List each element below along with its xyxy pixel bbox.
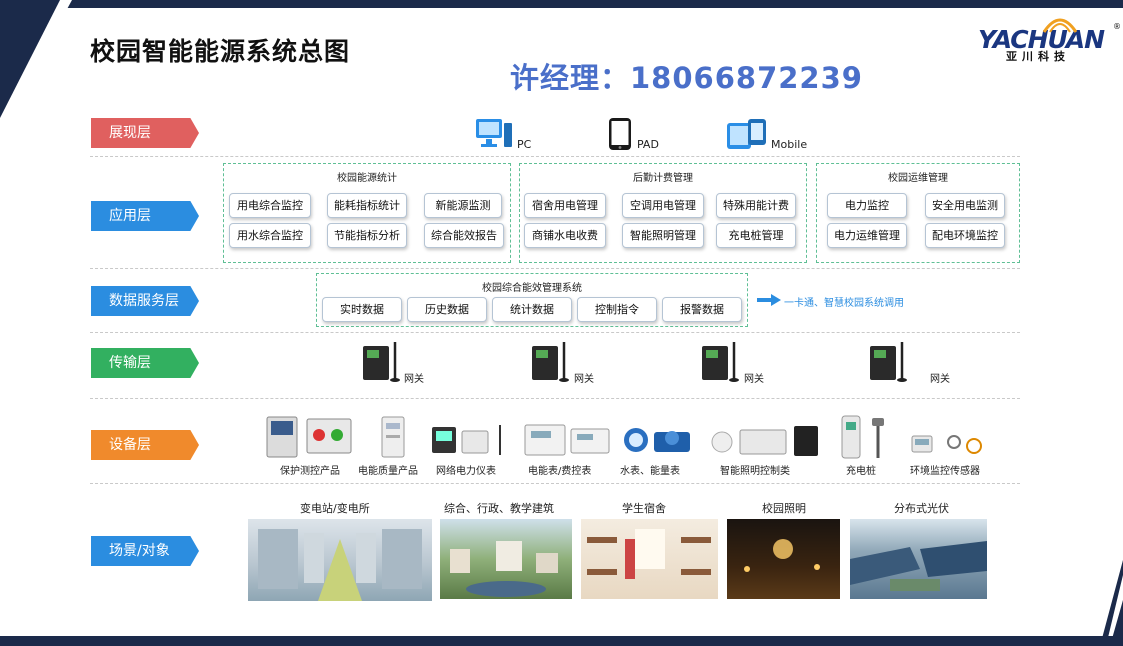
frame-left-stripe [0, 0, 72, 132]
app-button[interactable]: 电力监控 [827, 193, 907, 218]
device-label: 电能表/费控表 [528, 466, 592, 477]
app-button[interactable]: 综合能效报告 [424, 223, 504, 248]
gateway-icon [702, 342, 739, 382]
layer-label-data-service: 数据服务层 [91, 286, 199, 316]
environment-sensor-icon [911, 435, 982, 454]
power-quality-device-icon [381, 416, 405, 458]
scene-label: 校园照明 [762, 502, 806, 515]
app-button[interactable]: 用水综合监控 [229, 223, 311, 248]
data-button[interactable]: 统计数据 [492, 297, 572, 322]
data-button[interactable]: 实时数据 [322, 297, 402, 322]
gateway-icon [363, 342, 400, 382]
app-button[interactable]: 新能源监测 [424, 193, 502, 218]
app-button[interactable]: 电力运维管理 [827, 223, 907, 248]
app-button[interactable]: 充电桩管理 [716, 223, 796, 248]
dormitory-image [581, 519, 718, 599]
scene-label: 学生宿舍 [622, 502, 666, 515]
device-label: 水表、能量表 [620, 466, 680, 477]
campus-building-image [440, 519, 572, 599]
app-button[interactable]: 宿舍用电管理 [524, 193, 606, 218]
separator [90, 398, 1020, 399]
app-button[interactable]: 空调用电管理 [622, 193, 704, 218]
gateway-label: 网关 [744, 374, 764, 385]
energy-meter-icon [524, 424, 610, 456]
app-group-title: 校园能源统计 [337, 173, 397, 184]
device-label: 环境监控传感器 [910, 466, 980, 477]
frame-bottom-bar [0, 636, 1123, 646]
separator [90, 268, 1020, 269]
device-label: 充电桩 [846, 466, 876, 477]
app-group-title: 后勤计费管理 [633, 173, 693, 184]
scene-label: 分布式光伏 [894, 502, 949, 515]
gateway-icon [870, 342, 907, 382]
app-button[interactable]: 商铺水电收费 [524, 223, 606, 248]
app-group-billing-management: 后勤计费管理 宿舍用电管理 空调用电管理 特殊用能计费 商铺水电收费 智能照明管… [519, 163, 807, 263]
scene-label: 综合、行政、教学建筑 [444, 502, 554, 515]
charging-pile-icon [841, 415, 884, 459]
device-label: 智能照明控制类 [720, 466, 790, 477]
terminal-label-pc: PC [517, 138, 532, 151]
terminal-label-pad: PAD [637, 138, 659, 151]
app-group-operations-management: 校园运维管理 电力监控 安全用电监测 电力运维管理 配电环境监控 [816, 163, 1020, 263]
logo-arc-icon [1042, 18, 1078, 33]
data-system-note: 一卡通、智慧校园系统调用 [784, 298, 904, 309]
network-meter-icon [432, 425, 501, 455]
layer-label-application: 应用层 [91, 201, 199, 231]
app-button[interactable]: 节能指标分析 [327, 223, 407, 248]
data-button[interactable]: 控制指令 [577, 297, 657, 322]
layer-label-scene: 场景/对象 [91, 536, 199, 566]
company-logo-subtitle: 亚川科技 [1006, 50, 1070, 63]
app-button[interactable]: 安全用电监测 [925, 193, 1005, 218]
pc-monitor-icon [476, 119, 512, 147]
registered-mark: ® [1113, 22, 1121, 31]
page-title: 校园智能能源系统总图 [90, 37, 351, 66]
separator [90, 332, 1020, 333]
device-label: 网络电力仪表 [436, 466, 496, 477]
gateway-label: 网关 [574, 374, 594, 385]
app-group-title: 校园运维管理 [888, 173, 948, 184]
substation-image [248, 519, 432, 601]
terminal-label-mobile: Mobile [771, 138, 808, 151]
device-label: 电能质量产品 [358, 466, 418, 477]
scene-label: 变电站/变电所 [300, 502, 370, 515]
data-button[interactable]: 报警数据 [662, 297, 742, 322]
lighting-control-icon [711, 426, 818, 456]
app-button[interactable]: 特殊用能计费 [716, 193, 796, 218]
gateway-icon [532, 342, 569, 382]
mobile-icon [727, 119, 766, 149]
arrow-right-icon [757, 294, 781, 306]
data-system-group: 校园综合能效管理系统 实时数据 历史数据 统计数据 控制指令 报警数据 [316, 273, 748, 327]
layer-label-transport: 传输层 [91, 348, 199, 378]
protection-device-icon [266, 416, 352, 458]
solar-pv-image [850, 519, 987, 599]
layer-label-device: 设备层 [91, 430, 199, 460]
contact-info: 许经理：18066872239 [510, 61, 863, 95]
tablet-icon [609, 118, 631, 150]
data-button[interactable]: 历史数据 [407, 297, 487, 322]
app-button[interactable]: 能耗指标统计 [327, 193, 407, 218]
layer-label-presentation: 展现层 [91, 118, 199, 148]
app-button[interactable]: 用电综合监控 [229, 193, 311, 218]
separator [90, 156, 1020, 157]
frame-right-stripe [1100, 560, 1123, 646]
gateway-label: 网关 [930, 374, 950, 385]
device-label: 保护测控产品 [280, 466, 340, 477]
separator [90, 483, 1020, 484]
campus-lighting-image [727, 519, 840, 599]
frame-top-bar [0, 0, 1123, 8]
app-button[interactable]: 智能照明管理 [622, 223, 704, 248]
water-meter-icon [624, 428, 690, 452]
data-system-title: 校园综合能效管理系统 [482, 283, 582, 294]
app-button[interactable]: 配电环境监控 [925, 223, 1005, 248]
gateway-label: 网关 [404, 374, 424, 385]
app-group-energy-statistics: 校园能源统计 用电综合监控 能耗指标统计 新能源监测 用水综合监控 节能指标分析… [223, 163, 511, 263]
